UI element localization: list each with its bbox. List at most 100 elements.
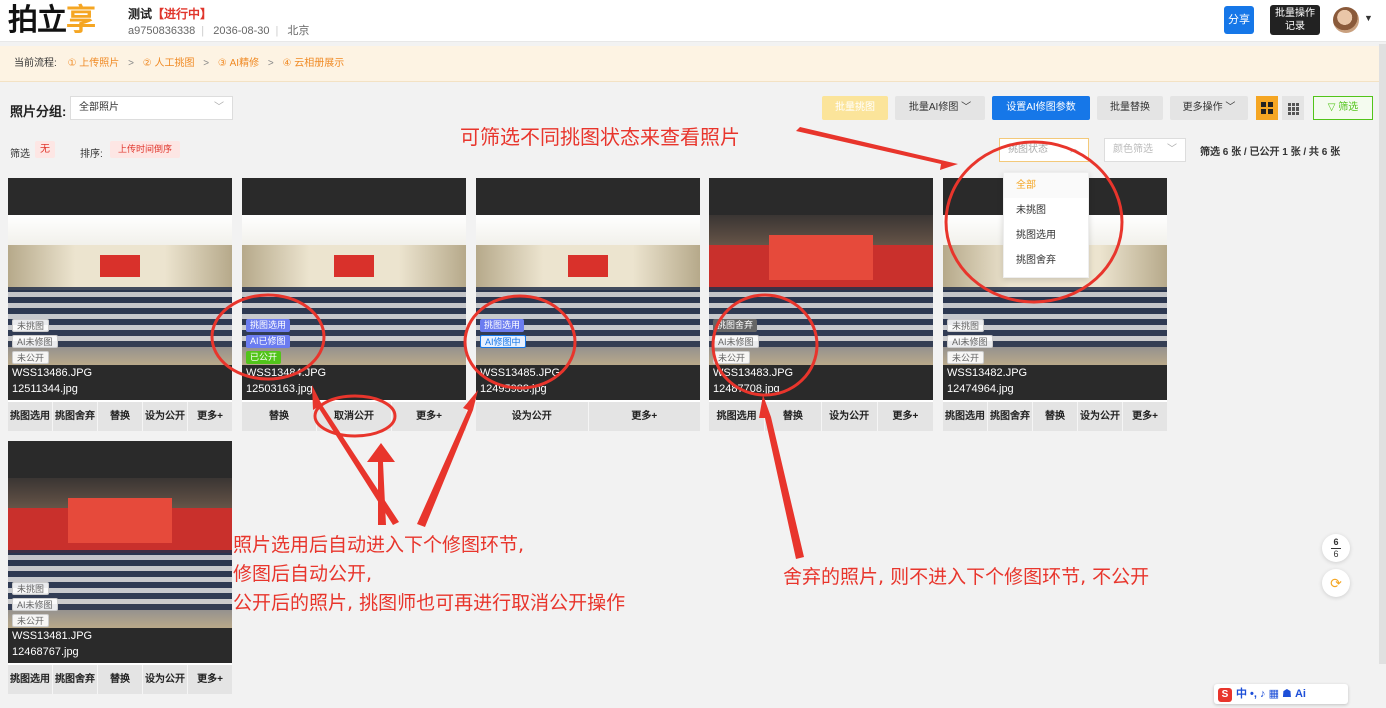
grid-icon [1261,102,1273,114]
photo-thumbnail[interactable]: 挑图选用 AI已修图 已公开 WSS13484.JPG 12503163.jpg [242,178,466,400]
card-actions: 挑图选用 挑图舍弃 替换 设为公开 更多+ [8,402,232,431]
photo-thumbnail[interactable]: 挑图选用 AI修图中 WSS13485.JPG 12495988.jpg [476,178,700,400]
card-action-button[interactable]: 挑图舍弃 [988,402,1033,431]
file-name: WSS13482.JPG [947,367,1028,379]
project-date: 2036-08-30 [213,25,270,37]
photo-card[interactable]: 挑图选用 AI修图中 WSS13485.JPG 12495988.jpg 设为公开 更多+ [476,178,700,431]
photo-card[interactable]: 挑图舍弃 AI未修图 未公开 WSS13483.JPG 12487708.jpg 挑图选用… [709,178,933,431]
photo-group-select[interactable]: 全部照片 ﹀ [70,96,233,120]
dropdown-item-unpicked[interactable]: 未挑图 [1004,198,1088,223]
card-action-button[interactable]: 设为公开 [476,402,589,431]
refresh-icon[interactable]: ⟳ [1322,569,1350,597]
photo-thumbnail[interactable]: 挑图舍弃 AI未修图 未公开 WSS13483.JPG 12487708.jpg [709,178,933,400]
photo-thumbnail[interactable]: 未挑图 AI未修图 未公开 WSS13486.JPG 12511344.jpg [8,178,232,400]
card-actions: 挑图选用 挑图舍弃 替换 设为公开 更多+ [943,402,1167,431]
color-filter-select[interactable]: 颜色筛选 ﹀ [1104,138,1186,162]
ime-toolbar[interactable]: S中 •, ♪ ▦ ☗ Ai [1214,684,1348,704]
sogou-icon: S [1218,688,1232,702]
card-action-button[interactable]: 替换 [1033,402,1078,431]
status-badge: 挑图选用 [480,319,525,332]
photo-card[interactable]: 未挑图 AI未修图 未公开 WSS13481.JPG 12468767.jpg 挑图选用挑… [8,441,232,694]
photo-counts: 筛选 6 张 / 已公开 1 张 / 共 6 张 [1200,147,1341,158]
status-badge: 挑图舍弃 [713,319,758,332]
status-badge: 未挑图 [947,319,985,332]
card-action-button[interactable]: 更多+ [392,402,466,431]
card-action-button[interactable]: 替换 [98,665,143,694]
card-action-button[interactable]: 更多+ [188,402,232,431]
card-action-button[interactable]: 挑图舍弃 [53,665,98,694]
batch-ai-button[interactable]: 批量AI修图 ﹀ [895,96,985,120]
more-ops-button[interactable]: 更多操作 ﹀ [1170,96,1248,120]
card-action-button[interactable]: 挑图舍弃 [53,402,98,431]
card-action-button[interactable]: 设为公开 [1078,402,1123,431]
original-file-name: 12468767.jpg [12,646,79,658]
grid-small-view-button[interactable] [1282,96,1304,120]
photo-thumbnail[interactable]: 未挑图 AI未修图 未公开 WSS13481.JPG 12468767.jpg [8,441,232,663]
batch-pick-button[interactable]: 批量挑图 [822,96,888,120]
photo-card[interactable]: 挑图选用 AI已修图 已公开 WSS13484.JPG 12503163.jpg 替换 取消… [242,178,466,431]
card-action-button[interactable]: 更多+ [1123,402,1167,431]
card-action-button[interactable]: 设为公开 [822,402,878,431]
page-indicator[interactable]: 66 [1322,534,1350,562]
annotation-discard-note: 舍弃的照片, 则不进入下个修图环节, 不公开 [783,566,1150,588]
card-action-button[interactable]: 挑图选用 [709,402,766,431]
card-action-button[interactable]: 更多+ [878,402,933,431]
card-actions: 设为公开 更多+ [476,402,700,431]
sort-tag[interactable]: 上传时间倒序 [110,141,181,158]
card-action-button[interactable]: 设为公开 [143,402,188,431]
annotation-filter-note: 可筛选不同挑图状态来查看照片 [460,125,740,149]
card-action-button[interactable]: 更多+ [589,402,701,431]
file-name: WSS13486.JPG [12,367,93,379]
status-badge: AI已修图 [246,335,290,348]
workflow-step-upload: ① 上传照片 [67,58,120,69]
photo-group-label: 照片分组: [10,104,67,119]
card-action-button[interactable]: 设为公开 [143,665,188,694]
grid-icon [1288,103,1300,115]
chevron-down-icon: ﹀ [214,102,224,113]
sort-label: 排序: [80,149,103,160]
card-action-button[interactable]: 取消公开 [317,402,392,431]
batch-replace-button[interactable]: 批量替换 [1097,96,1163,120]
dropdown-item-all[interactable]: 全部 [1004,173,1088,198]
file-name: WSS13483.JPG [713,367,794,379]
filter-tag[interactable]: 无 [35,141,55,158]
pick-status-select[interactable]: 挑图状态 ︿ [999,138,1089,162]
original-file-name: 12511344.jpg [12,383,78,395]
original-file-name: 12495988.jpg [480,383,547,395]
photo-card[interactable]: 未挑图 AI未修图 未公开 WSS13486.JPG 12511344.jpg 挑图选用挑… [8,178,232,431]
status-badge: 未公开 [713,351,751,364]
chevron-down-icon: ﹀ [1167,144,1177,155]
chevron-down-icon[interactable]: ▼ [1364,13,1373,23]
filter-label: 筛选 [10,149,30,160]
status-badge: 挑图选用 [246,319,291,332]
card-action-button[interactable]: 替换 [98,402,143,431]
set-ai-params-button[interactable]: 设置AI修图参数 [992,96,1090,120]
brand-logo[interactable]: 拍立享 [8,4,96,38]
scrollbar[interactable] [1379,44,1386,664]
card-action-button[interactable]: 挑图选用 [8,402,53,431]
project-meta: a9750836338 | 2036-08-30 | 北京 [128,25,310,37]
grid-large-view-button[interactable] [1256,96,1278,120]
card-actions: 替换 取消公开 更多+ [242,402,466,431]
workflow-step-album: ④ 云相册展示 [282,58,345,69]
dropdown-item-selected[interactable]: 挑图选用 [1004,223,1088,248]
card-actions: 挑图选用 替换 设为公开 更多+ [709,402,933,431]
workflow-step-pick: ② 人工挑图 [142,58,195,69]
workflow-bar: 当前流程: ① 上传照片 > ② 人工挑图 > ③ AI精修 > ④ 云相册展示 [0,46,1386,82]
file-name: WSS13481.JPG [12,630,93,642]
dropdown-item-discarded[interactable]: 挑图舍弃 [1004,248,1088,273]
share-button[interactable]: 分享 [1224,6,1254,34]
file-name: WSS13484.JPG [246,367,327,379]
card-action-button[interactable]: 替换 [242,402,317,431]
card-action-button[interactable]: 更多+ [188,665,232,694]
batch-record-button[interactable]: 批量操作 记录 [1270,5,1320,35]
avatar[interactable] [1333,7,1359,33]
project-location: 北京 [287,25,310,37]
filter-button[interactable]: ▽ 筛选 [1313,96,1373,120]
project-title: 测试【进行中】 [128,7,213,21]
project-id: a9750836338 [128,25,196,37]
card-action-button[interactable]: 替换 [765,402,822,431]
card-action-button[interactable]: 挑图选用 [8,665,53,694]
status-badge: 未挑图 [12,582,50,595]
card-action-button[interactable]: 挑图选用 [943,402,988,431]
